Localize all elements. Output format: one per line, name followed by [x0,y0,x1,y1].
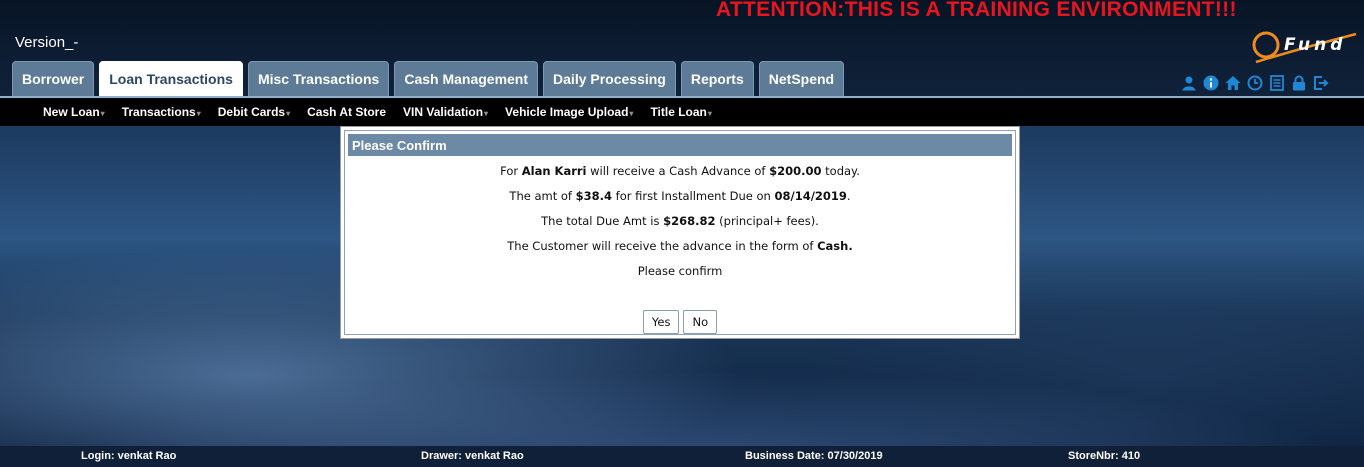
sub-navigation: New Loan▾ Transactions▾ Debit Cards▾ Cas… [0,98,1364,126]
subnav-vehicle-image-upload[interactable]: Vehicle Image Upload▾ [505,105,633,119]
chevron-down-icon: ▾ [707,109,712,118]
footer-login: Login: venkat Rao [81,450,177,462]
tab-netspend[interactable]: NetSpend [758,61,845,97]
clock-icon[interactable] [1246,74,1263,91]
footer-business-date: Business Date: 07/30/2019 [745,450,883,462]
tab-borrower[interactable]: Borrower [12,61,95,97]
footer-store-number: StoreNbr: 410 [1068,450,1141,462]
message-line-form: The Customer will receive the advance in… [507,239,853,253]
notes-icon[interactable] [1268,74,1285,91]
toolbar-icons [1180,74,1329,91]
tab-misc-transactions[interactable]: Misc Transactions [247,61,390,97]
message-line-confirm: Please confirm [637,264,723,278]
message-line-installment: The amt of $38.4 for first Installment D… [509,189,851,203]
confirm-dialog: Please Confirm For Alan Karri will recei… [340,126,1020,339]
customer-name: Alan Karri [521,164,587,178]
subnav-cash-at-store[interactable]: Cash At Store [307,105,386,119]
chevron-down-icon: ▾ [484,109,489,118]
subnav-new-loan[interactable]: New Loan▾ [43,105,105,119]
subnav-title-loan[interactable]: Title Loan▾ [650,105,711,119]
tab-loan-transactions[interactable]: Loan Transactions [99,61,243,97]
logo-text: Fund [1284,35,1346,55]
yes-button[interactable]: Yes [642,310,680,334]
message-line-total: The total Due Amt is $268.82 (principal+… [541,214,819,228]
tab-reports[interactable]: Reports [680,61,754,97]
chevron-down-icon: ▾ [286,109,291,118]
footer-drawer: Drawer: venkat Rao [421,450,524,462]
message-line-advance: For Alan Karri will receive a Cash Advan… [500,164,860,178]
dialog-buttons: Yes No [345,310,1015,334]
advance-amount: $200.00 [769,164,822,178]
qfund-logo: Fund [1252,28,1358,72]
dialog-title: Please Confirm [348,134,1012,156]
subnav-transactions[interactable]: Transactions▾ [122,105,201,119]
chevron-down-icon: ▾ [629,109,634,118]
subnav-vin-validation[interactable]: VIN Validation▾ [403,105,488,119]
tab-daily-processing[interactable]: Daily Processing [543,61,676,97]
due-date: 08/14/2019 [774,189,847,203]
main-tabs: Borrower Loan Transactions Misc Transact… [12,61,849,97]
subnav-debit-cards[interactable]: Debit Cards▾ [218,105,290,119]
info-icon[interactable] [1202,74,1219,91]
chevron-down-icon: ▾ [100,109,105,118]
status-footer: Login: venkat Rao Drawer: venkat Rao Bus… [0,446,1364,467]
training-environment-banner: ATTENTION:THIS IS A TRAINING ENVIRONMENT… [716,0,1237,21]
logout-icon[interactable] [1312,74,1329,91]
dialog-body: Please Confirm For Alan Karri will recei… [344,130,1016,335]
installment-amount: $38.4 [575,189,613,203]
home-icon[interactable] [1224,74,1241,91]
version-label: Version_- [15,34,79,51]
chevron-down-icon: ▾ [196,109,201,118]
advance-form: Cash. [817,239,853,253]
tab-cash-management[interactable]: Cash Management [394,61,539,97]
no-button[interactable]: No [683,310,718,334]
total-due-amount: $268.82 [663,214,716,228]
confirm-message: For Alan Karri will receive a Cash Advan… [345,159,1015,284]
user-icon[interactable] [1180,74,1197,91]
lock-icon[interactable] [1290,74,1307,91]
